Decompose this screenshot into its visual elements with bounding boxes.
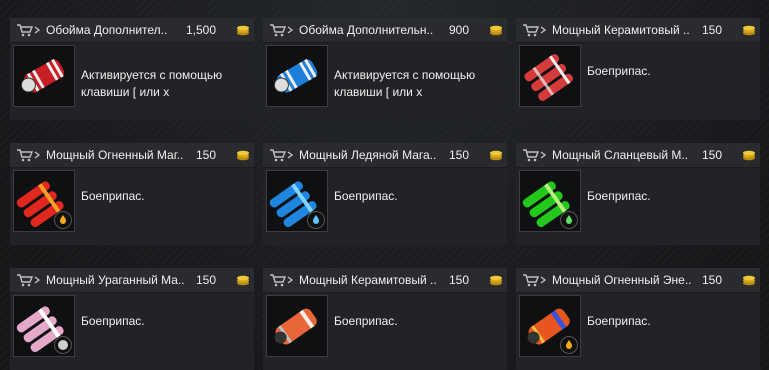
gold-coins-icon	[743, 25, 755, 36]
item-price: 900	[449, 23, 470, 37]
red-clip-icon	[13, 45, 75, 107]
red-ceramite-ammo-icon	[519, 45, 581, 107]
item-name: Мощный Ледяной Мага..	[299, 148, 437, 162]
item-price: 150	[196, 273, 217, 287]
cart-arrow-icon[interactable]	[269, 148, 295, 162]
item-price: 150	[196, 148, 217, 162]
item-name: Мощный Сланцевый М..	[552, 148, 689, 162]
item-name: Мощный Огненный Эне..	[552, 273, 692, 287]
shop-item-card[interactable]: Обойма Дополнител.. 1,500 Активируется с…	[10, 18, 254, 120]
item-name: Мощный Керамитовый ..	[299, 273, 437, 287]
slate-magic-ammo-icon	[519, 170, 581, 232]
cart-arrow-icon[interactable]	[16, 273, 42, 287]
storm-magic-ammo-icon	[13, 295, 75, 357]
item-description: Боеприпас.	[587, 314, 651, 328]
shop-item-card[interactable]: Мощный Ураганный Ма.. 150 Боеприпас.	[10, 268, 254, 370]
shop-item-header: Мощный Огненный Эне.. 150	[516, 268, 760, 293]
cart-arrow-icon[interactable]	[522, 23, 548, 37]
item-description: Боеприпас.	[81, 189, 145, 203]
cart-arrow-icon[interactable]	[522, 148, 548, 162]
gold-coins-icon	[490, 275, 502, 286]
fire-element-icon	[54, 211, 72, 229]
item-description: Боеприпас.	[334, 314, 398, 328]
shop-item-card[interactable]: Мощный Керамитовый .. 150 Боеприпас.	[263, 268, 507, 370]
fire-energy-ammo-icon	[519, 295, 581, 357]
fire-element-icon	[560, 336, 578, 354]
gold-coins-icon	[237, 150, 249, 161]
gold-coins-icon	[743, 275, 755, 286]
blue-clip-icon	[266, 45, 328, 107]
shop-item-card[interactable]: Мощный Огненный Маг.. 150 Боеприпас.	[10, 143, 254, 245]
shop-item-card[interactable]: Обойма Дополнительн.. 900 Активируется с…	[263, 18, 507, 120]
shop-item-header: Мощный Сланцевый М.. 150	[516, 143, 760, 168]
shop-item-header: Мощный Керамитовый .. 150	[516, 18, 760, 43]
item-name: Обойма Дополнительн..	[299, 23, 434, 37]
item-name: Мощный Керамитовый ..	[552, 23, 690, 37]
shop-item-header: Мощный Ледяной Мага.. 150	[263, 143, 507, 168]
gold-coins-icon	[490, 150, 502, 161]
cart-arrow-icon[interactable]	[269, 23, 295, 37]
cart-arrow-icon[interactable]	[16, 148, 42, 162]
gold-coins-icon	[237, 275, 249, 286]
item-price: 150	[449, 148, 470, 162]
ice-element-icon	[307, 211, 325, 229]
shop-item-card[interactable]: Мощный Огненный Эне.. 150 Боеприпас.	[516, 268, 760, 370]
shop-item-header: Обойма Дополнительн.. 900	[263, 18, 507, 43]
item-description: Боеприпас.	[81, 314, 145, 328]
shop-item-card[interactable]: Мощный Керамитовый .. 150 Боеприпас.	[516, 18, 760, 120]
item-price: 150	[449, 273, 470, 287]
item-description: Боеприпас.	[587, 64, 651, 78]
item-description: Боеприпас.	[587, 189, 651, 203]
item-description: Боеприпас.	[334, 189, 398, 203]
cart-arrow-icon[interactable]	[269, 273, 295, 287]
earth-element-icon	[560, 211, 578, 229]
wind-element-icon	[54, 336, 72, 354]
item-price: 150	[702, 148, 723, 162]
gold-coins-icon	[490, 25, 502, 36]
fire-magic-ammo-icon	[13, 170, 75, 232]
item-price: 150	[702, 273, 723, 287]
shop-item-card[interactable]: Мощный Ледяной Мага.. 150 Боеприпас.	[263, 143, 507, 245]
ice-magic-ammo-icon	[266, 170, 328, 232]
item-price: 1,500	[186, 23, 217, 37]
shop-item-header: Мощный Огненный Маг.. 150	[10, 143, 254, 168]
shop-item-header: Мощный Керамитовый .. 150	[263, 268, 507, 293]
shop-item-header: Обойма Дополнител.. 1,500	[10, 18, 254, 43]
item-name: Обойма Дополнител..	[46, 23, 168, 37]
item-name: Мощный Ураганный Ма..	[46, 273, 185, 287]
cart-arrow-icon[interactable]	[16, 23, 42, 37]
shop-item-header: Мощный Ураганный Ма.. 150	[10, 268, 254, 293]
item-description: Активируется с помощью клавиши [ или x	[81, 68, 223, 99]
gold-coins-icon	[743, 150, 755, 161]
orange-ceramite-ammo-icon	[266, 295, 328, 357]
gold-coins-icon	[237, 25, 249, 36]
cart-arrow-icon[interactable]	[522, 273, 548, 287]
item-price: 150	[702, 23, 723, 37]
shop-item-card[interactable]: Мощный Сланцевый М.. 150 Боеприпас.	[516, 143, 760, 245]
item-name: Мощный Огненный Маг..	[46, 148, 184, 162]
item-description: Активируется с помощью клавиши [ или x	[334, 68, 476, 99]
